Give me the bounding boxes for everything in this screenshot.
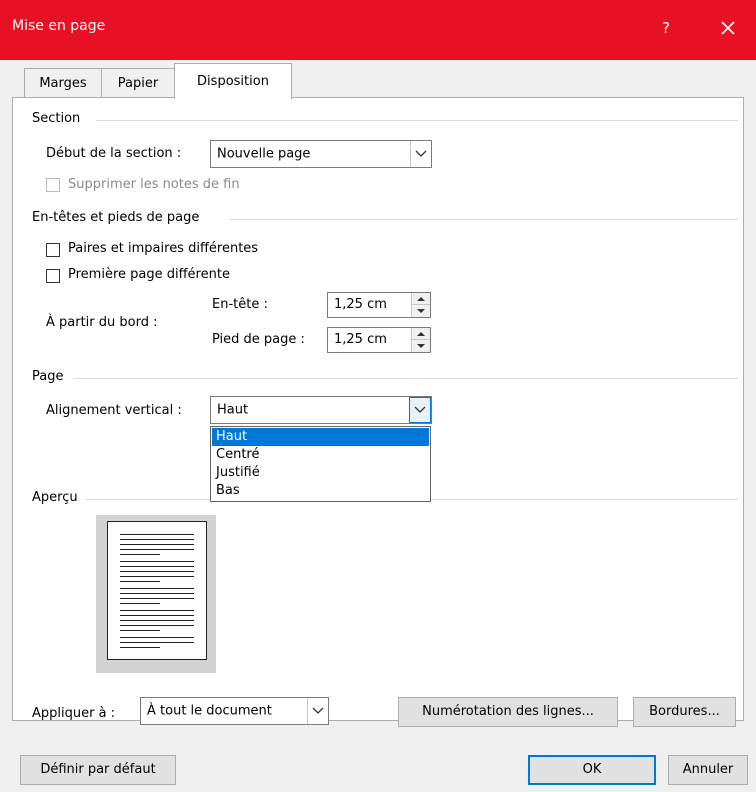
close-button[interactable] (712, 12, 744, 44)
odd-even-label: Paires et impaires différentes (68, 241, 259, 256)
vertical-align-value: Haut (217, 402, 249, 418)
section-start-label: Début de la section : (46, 146, 182, 161)
option-justifie[interactable]: Justifié (212, 464, 429, 482)
page-divider (74, 378, 738, 379)
chevron-down-icon (410, 141, 431, 167)
chevron-down-icon (307, 698, 328, 724)
spin-down-icon[interactable] (412, 305, 430, 317)
ok-button[interactable]: OK (528, 755, 656, 785)
section-start-select[interactable]: Nouvelle page (210, 140, 432, 168)
help-button[interactable]: ? (652, 14, 680, 42)
odd-even-checkbox[interactable] (46, 243, 60, 257)
footer-distance-value: 1,25 cm (334, 332, 387, 347)
headers-divider (230, 219, 738, 220)
vertical-align-label: Alignement vertical : (46, 403, 182, 418)
footer-distance-label: Pied de page : (212, 332, 305, 347)
footer-spin-buttons[interactable] (411, 328, 430, 352)
vertical-align-options: Haut Centré Justifié Bas (210, 426, 431, 502)
option-centre[interactable]: Centré (212, 446, 429, 464)
header-spin-buttons[interactable] (411, 293, 430, 317)
header-distance-label: En-tête : (212, 297, 268, 312)
headers-heading: En-têtes et pieds de page (32, 210, 200, 225)
borders-button[interactable]: Bordures... (633, 697, 736, 727)
footer-distance-spinner[interactable]: 1,25 cm (327, 327, 431, 353)
spin-down-icon[interactable] (412, 340, 430, 352)
suppress-endnotes-label: Supprimer les notes de fin (68, 177, 240, 192)
header-distance-value: 1,25 cm (334, 297, 387, 312)
chevron-down-icon[interactable] (409, 397, 431, 423)
page-heading: Page (32, 369, 64, 384)
first-page-checkbox[interactable] (46, 269, 60, 283)
preview-heading: Aperçu (32, 490, 78, 505)
section-start-value: Nouvelle page (217, 146, 311, 162)
apply-to-select[interactable]: À tout le document (140, 697, 329, 725)
suppress-endnotes-checkbox[interactable] (46, 178, 60, 192)
section-heading: Section (32, 111, 81, 126)
option-haut[interactable]: Haut (212, 428, 429, 446)
header-distance-spinner[interactable]: 1,25 cm (327, 292, 431, 318)
line-numbers-button[interactable]: Numérotation des lignes... (398, 697, 618, 727)
apply-to-label: Appliquer à : (32, 706, 116, 721)
spin-up-icon[interactable] (412, 328, 430, 340)
close-icon (721, 21, 735, 35)
spin-up-icon[interactable] (412, 293, 430, 305)
tab-disposition[interactable]: Disposition (174, 63, 292, 99)
cancel-button[interactable]: Annuler (668, 755, 748, 785)
first-page-label: Première page différente (68, 267, 230, 282)
from-edge-label: À partir du bord : (46, 315, 158, 330)
section-divider (96, 120, 738, 121)
tab-marges[interactable]: Marges (24, 68, 102, 98)
vertical-align-select[interactable]: Haut (210, 396, 432, 424)
preview-page (107, 521, 207, 660)
dialog-title: Mise en page (12, 18, 106, 34)
apply-to-value: À tout le document (147, 703, 272, 719)
set-default-button[interactable]: Définir par défaut (20, 755, 176, 785)
tab-papier[interactable]: Papier (101, 68, 175, 98)
option-bas[interactable]: Bas (212, 482, 429, 500)
title-bar (0, 0, 756, 60)
